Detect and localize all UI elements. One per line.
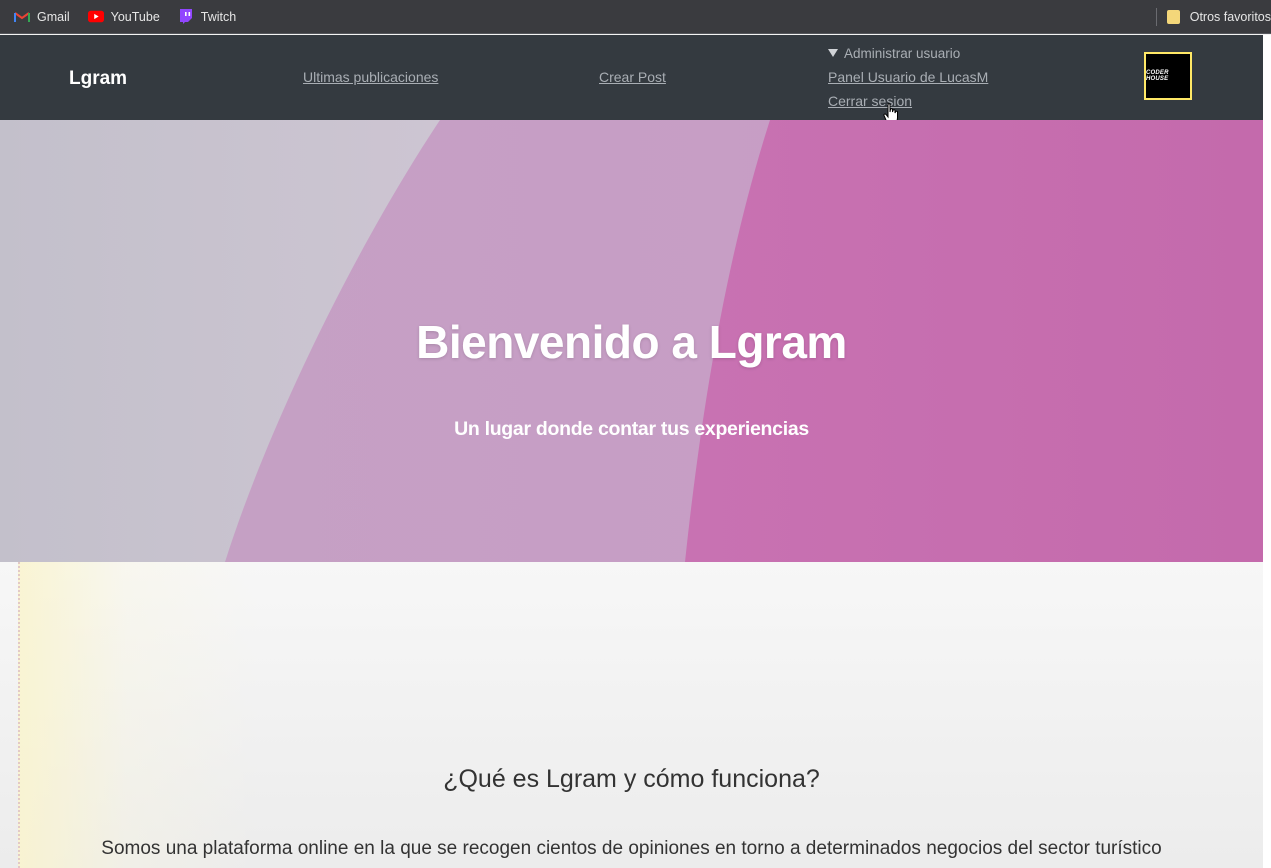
- logo-text: CODER HOUSE: [1146, 70, 1169, 82]
- user-panel-link[interactable]: Panel Usuario de LucasM: [828, 69, 988, 85]
- user-menu-label: Administrar usuario: [844, 46, 961, 61]
- about-section: ¿Qué es Lgram y cómo funciona? Somos una…: [0, 562, 1263, 868]
- site-navbar: Lgram Ultimas publicaciones Crear Post A…: [0, 35, 1263, 120]
- bookmark-gmail[interactable]: Gmail: [14, 0, 70, 34]
- gmail-icon: [14, 10, 30, 24]
- bookmark-youtube[interactable]: YouTube: [87, 0, 160, 34]
- divider: [1155, 8, 1157, 26]
- nav-link-latest-posts[interactable]: Ultimas publicaciones: [303, 69, 438, 85]
- logout-link[interactable]: Cerrar sesion: [828, 93, 912, 109]
- bookmark-label: YouTube: [110, 9, 160, 24]
- decorative-gradient: [18, 562, 258, 868]
- bookmark-label: Twitch: [200, 9, 237, 24]
- bookmarks-bar: Gmail YouTube Twitch Otros favoritos: [0, 0, 1271, 34]
- hero-banner: Bienvenido a Lgram Un lugar donde contar…: [0, 120, 1263, 562]
- triangle-down-icon: [828, 49, 838, 57]
- other-bookmarks-label: Otros favoritos: [1189, 10, 1271, 24]
- hero-subtitle: Un lugar donde contar tus experiencias: [454, 418, 809, 440]
- brand-logo-text[interactable]: Lgram: [69, 68, 127, 90]
- twitch-icon: [178, 9, 194, 24]
- about-heading: ¿Qué es Lgram y cómo funciona?: [443, 765, 820, 793]
- nav-link-create-post[interactable]: Crear Post: [599, 69, 666, 85]
- other-bookmarks-folder[interactable]: Otros favoritos: [1155, 0, 1271, 34]
- about-paragraph: Somos una plataforma online en la que se…: [101, 838, 1162, 859]
- scrollbar-gutter: [1263, 35, 1271, 868]
- decorative-dotted-line: [18, 562, 22, 868]
- bookmark-label: Gmail: [37, 9, 70, 24]
- coderhouse-logo[interactable]: CODER HOUSE: [1144, 52, 1192, 100]
- user-menu-toggle[interactable]: Administrar usuario: [828, 46, 960, 61]
- youtube-icon: [87, 10, 104, 24]
- hero-title: Bienvenido a Lgram: [416, 316, 847, 368]
- bookmark-twitch[interactable]: Twitch: [178, 0, 236, 34]
- folder-icon: [1166, 10, 1180, 24]
